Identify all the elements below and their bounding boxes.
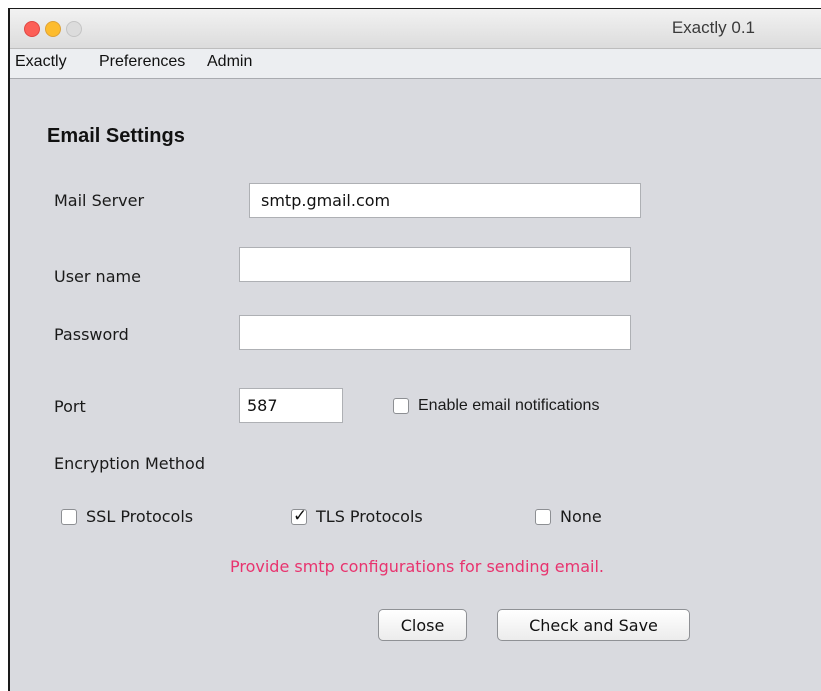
check-and-save-button[interactable]: Check and Save	[497, 609, 690, 641]
encryption-method-label: Encryption Method	[54, 454, 205, 473]
checkbox-icon[interactable]	[393, 398, 409, 414]
username-input[interactable]	[239, 247, 631, 282]
menu-admin[interactable]: Admin	[207, 53, 252, 71]
ssl-protocols-checkbox[interactable]: SSL Protocols	[61, 507, 193, 526]
tls-protocols-checkbox[interactable]: ✓ TLS Protocols	[291, 505, 423, 526]
app-window: Exactly 0.1 Exactly Preferences Admin Em…	[8, 8, 821, 691]
checkbox-icon[interactable]	[61, 508, 77, 525]
none-label: None	[560, 507, 602, 526]
close-window-icon[interactable]	[24, 21, 40, 37]
window-title: Exactly 0.1	[671, 18, 755, 37]
enable-notifications-label: Enable email notifications	[418, 397, 600, 414]
menu-exactly[interactable]: Exactly	[15, 53, 67, 71]
zoom-window-icon[interactable]	[66, 21, 82, 37]
username-label: User name	[54, 267, 141, 286]
mail-server-label: Mail Server	[54, 191, 145, 210]
checkbox-icon[interactable]	[535, 508, 551, 525]
checkmark-icon: ✓	[293, 505, 308, 526]
port-label: Port	[54, 397, 86, 416]
title-bar: Exactly 0.1	[10, 9, 821, 49]
status-message: Provide smtp configurations for sending …	[230, 557, 604, 576]
mail-server-input[interactable]	[249, 183, 641, 218]
page-title: Email Settings	[47, 125, 185, 147]
close-button[interactable]: Close	[378, 609, 467, 641]
enable-notifications-checkbox[interactable]: Enable email notifications	[393, 397, 599, 415]
port-input[interactable]	[239, 388, 343, 423]
tls-protocols-label: TLS Protocols	[316, 507, 423, 526]
minimize-window-icon[interactable]	[45, 21, 61, 37]
menu-preferences[interactable]: Preferences	[99, 53, 185, 71]
none-checkbox[interactable]: None	[535, 507, 602, 526]
checkbox-icon[interactable]: ✓	[291, 505, 308, 526]
ssl-protocols-label: SSL Protocols	[86, 507, 194, 526]
menu-bar: Exactly Preferences Admin	[10, 49, 821, 79]
password-input[interactable]	[239, 315, 631, 350]
email-settings-panel: Email Settings Mail Server User name Pas…	[10, 79, 821, 691]
password-label: Password	[54, 325, 129, 344]
